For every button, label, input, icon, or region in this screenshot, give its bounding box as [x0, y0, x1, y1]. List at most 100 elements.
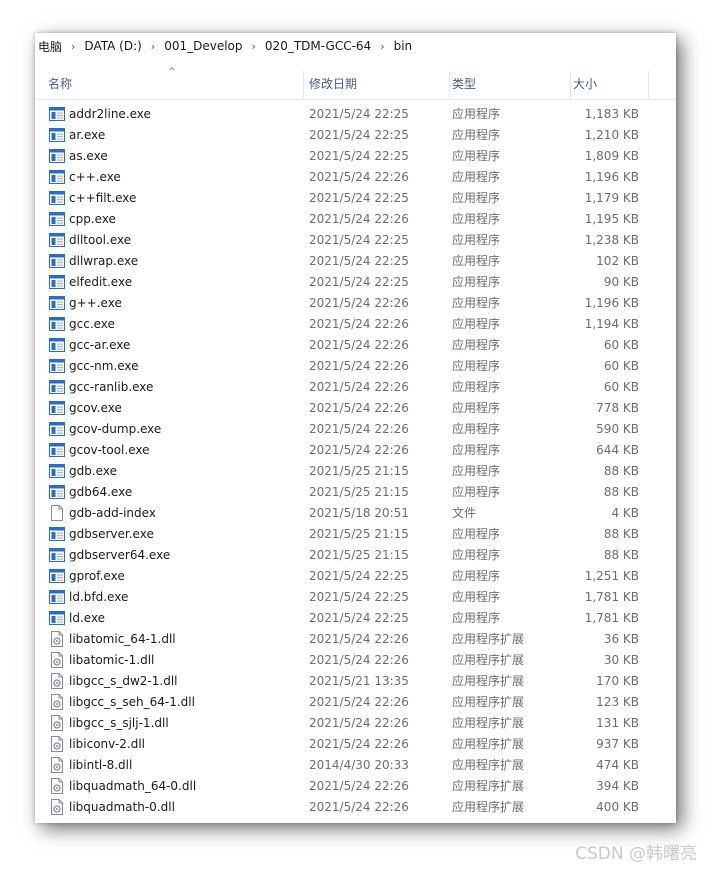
file-name: libgcc_s_seh_64-1.dll	[69, 695, 195, 709]
file-row[interactable]: dlltool.exe 2021/5/24 22:25 应用程序 1,238 KB	[35, 230, 676, 251]
file-date: 2021/5/24 22:26	[309, 632, 409, 646]
file-type: 应用程序扩展	[452, 737, 525, 751]
file-date: 2021/5/24 22:25	[309, 611, 409, 625]
file-type: 应用程序	[452, 107, 501, 121]
file-row[interactable]: libquadmath_64-0.dll 2021/5/24 22:26 应用程序扩…	[35, 776, 676, 797]
breadcrumb-item[interactable]: 020_TDM-GCC-64	[262, 39, 374, 53]
file-type: 应用程序	[452, 212, 501, 226]
file-row[interactable]: gdb.exe 2021/5/25 21:15 应用程序 88 KB	[35, 461, 676, 482]
file-row[interactable]: gdbserver.exe 2021/5/25 21:15 应用程序 88 KB	[35, 524, 676, 545]
file-type: 应用程序	[452, 128, 501, 142]
file-size: 1,781 KB	[584, 611, 639, 625]
file-row[interactable]: ar.exe 2021/5/24 22:25 应用程序 1,210 KB	[35, 125, 676, 146]
breadcrumb-item[interactable]: 001_Develop	[161, 39, 245, 53]
exe-icon	[49, 589, 65, 605]
exe-icon	[49, 442, 65, 458]
file-row[interactable]: gcov-tool.exe 2021/5/24 22:26 应用程序 644 KB	[35, 440, 676, 461]
file-name: libatomic-1.dll	[69, 653, 155, 667]
file-row[interactable]: c++filt.exe 2021/5/24 22:25 应用程序 1,179 KB	[35, 188, 676, 209]
column-header-date[interactable]: 修改日期	[304, 71, 450, 98]
breadcrumb-item[interactable]: bin	[391, 39, 416, 53]
file-row[interactable]: as.exe 2021/5/24 22:25 应用程序 1,809 KB	[35, 146, 676, 167]
exe-icon	[49, 211, 65, 227]
file-size: 60 KB	[603, 380, 639, 394]
file-size: 1,781 KB	[584, 590, 639, 604]
breadcrumb-separator[interactable]: ›	[374, 40, 390, 53]
exe-icon	[49, 400, 65, 416]
file-date: 2021/5/24 22:26	[309, 737, 409, 751]
file-row[interactable]: elfedit.exe 2021/5/24 22:25 应用程序 90 KB	[35, 272, 676, 293]
exe-icon	[49, 526, 65, 542]
file-name: ld.bfd.exe	[69, 590, 129, 604]
file-row[interactable]: gcc-ar.exe 2021/5/24 22:26 应用程序 60 KB	[35, 335, 676, 356]
file-type: 应用程序	[452, 233, 501, 247]
file-row[interactable]: ld.exe 2021/5/24 22:25 应用程序 1,781 KB	[35, 608, 676, 629]
file-row[interactable]: libgcc_s_seh_64-1.dll 2021/5/24 22:26 应用程序…	[35, 692, 676, 713]
file-name: gcc-ar.exe	[69, 338, 131, 352]
file-name: ld.exe	[69, 611, 106, 625]
dll-icon	[49, 652, 65, 668]
exe-icon	[49, 190, 65, 206]
file-date: 2021/5/24 22:26	[309, 653, 409, 667]
breadcrumb-separator[interactable]: ›	[65, 40, 81, 53]
file-row[interactable]: libgcc_s_dw2-1.dll 2021/5/21 13:35 应用程序扩展 1…	[35, 671, 676, 692]
file-row[interactable]: gcov.exe 2021/5/24 22:26 应用程序 778 KB	[35, 398, 676, 419]
file-type: 应用程序扩展	[452, 632, 525, 646]
file-date: 2021/5/24 22:25	[309, 191, 409, 205]
file-type: 应用程序	[452, 275, 501, 289]
file-date: 2021/5/24 22:25	[309, 107, 409, 121]
file-name: libintl-8.dll	[69, 758, 133, 772]
file-row[interactable]: cpp.exe 2021/5/24 22:26 应用程序 1,195 KB	[35, 209, 676, 230]
file-row[interactable]: ld.bfd.exe 2021/5/24 22:25 应用程序 1,781 KB	[35, 587, 676, 608]
column-header-row: 名称 修改日期 类型 大小	[35, 71, 676, 100]
column-header-name[interactable]: 名称	[48, 71, 304, 98]
file-name: gcov.exe	[69, 401, 122, 415]
file-type: 应用程序	[452, 611, 501, 625]
file-row[interactable]: gdb-add-index 2021/5/18 20:51 文件 4 KB	[35, 503, 676, 524]
file-name: gdbserver64.exe	[69, 548, 171, 562]
file-row[interactable]: g++.exe 2021/5/24 22:26 应用程序 1,196 KB	[35, 293, 676, 314]
file-name: addr2line.exe	[69, 107, 151, 121]
file-row[interactable]: gcc.exe 2021/5/24 22:26 应用程序 1,194 KB	[35, 314, 676, 335]
file-row[interactable]: gcc-ranlib.exe 2021/5/24 22:26 应用程序 60 KB	[35, 377, 676, 398]
file-row[interactable]: dllwrap.exe 2021/5/24 22:25 应用程序 102 KB	[35, 251, 676, 272]
file-row[interactable]: libatomic_64-1.dll 2021/5/24 22:26 应用程序扩展 3…	[35, 629, 676, 650]
breadcrumb-separator[interactable]: ›	[246, 40, 262, 53]
file-row[interactable]: libatomic-1.dll 2021/5/24 22:26 应用程序扩展 30 K…	[35, 650, 676, 671]
file-row[interactable]: gprof.exe 2021/5/24 22:25 应用程序 1,251 KB	[35, 566, 676, 587]
file-row[interactable]: libintl-8.dll 2014/4/30 20:33 应用程序扩展 474 KB	[35, 755, 676, 776]
file-date: 2021/5/24 22:25	[309, 590, 409, 604]
file-row[interactable]: c++.exe 2021/5/24 22:26 应用程序 1,196 KB	[35, 167, 676, 188]
exe-icon	[49, 463, 65, 479]
column-header-type[interactable]: 类型	[447, 71, 571, 98]
file-name: gcc-ranlib.exe	[69, 380, 154, 394]
exe-icon	[49, 148, 65, 164]
file-date: 2021/5/24 22:26	[309, 779, 409, 793]
file-size: 90 KB	[603, 275, 639, 289]
exe-icon	[49, 295, 65, 311]
file-row[interactable]: gcc-nm.exe 2021/5/24 22:26 应用程序 60 KB	[35, 356, 676, 377]
column-header-size[interactable]: 大小	[568, 71, 649, 98]
file-type: 应用程序扩展	[452, 716, 525, 730]
file-row[interactable]: addr2line.exe 2021/5/24 22:25 应用程序 1,183 KB	[35, 104, 676, 125]
file-row[interactable]: gcov-dump.exe 2021/5/24 22:26 应用程序 590 KB	[35, 419, 676, 440]
file-row[interactable]: gdb64.exe 2021/5/25 21:15 应用程序 88 KB	[35, 482, 676, 503]
file-size: 123 KB	[596, 695, 639, 709]
breadcrumb-separator[interactable]: ›	[145, 40, 161, 53]
file-date: 2021/5/24 22:26	[309, 422, 409, 436]
file-type: 应用程序	[452, 317, 501, 331]
file-date: 2021/5/25 21:15	[309, 548, 409, 562]
file-row[interactable]: gdbserver64.exe 2021/5/25 21:15 应用程序 88 KB	[35, 545, 676, 566]
file-name: libatomic_64-1.dll	[69, 632, 176, 646]
file-list: addr2line.exe 2021/5/24 22:25 应用程序 1,183 KB…	[35, 104, 676, 818]
file-row[interactable]: libiconv-2.dll 2021/5/24 22:26 应用程序扩展 937 K…	[35, 734, 676, 755]
file-name: elfedit.exe	[69, 275, 133, 289]
file-row[interactable]: libquadmath-0.dll 2021/5/24 22:26 应用程序扩展 40…	[35, 797, 676, 818]
file-size: 60 KB	[603, 359, 639, 373]
file-size: 400 KB	[596, 800, 639, 814]
breadcrumb-item[interactable]: 电脑	[35, 38, 65, 55]
file-type: 应用程序	[452, 149, 501, 163]
breadcrumb-item[interactable]: DATA (D:)	[81, 39, 144, 53]
file-type: 应用程序	[452, 338, 501, 352]
file-row[interactable]: libgcc_s_sjlj-1.dll 2021/5/24 22:26 应用程序扩展…	[35, 713, 676, 734]
